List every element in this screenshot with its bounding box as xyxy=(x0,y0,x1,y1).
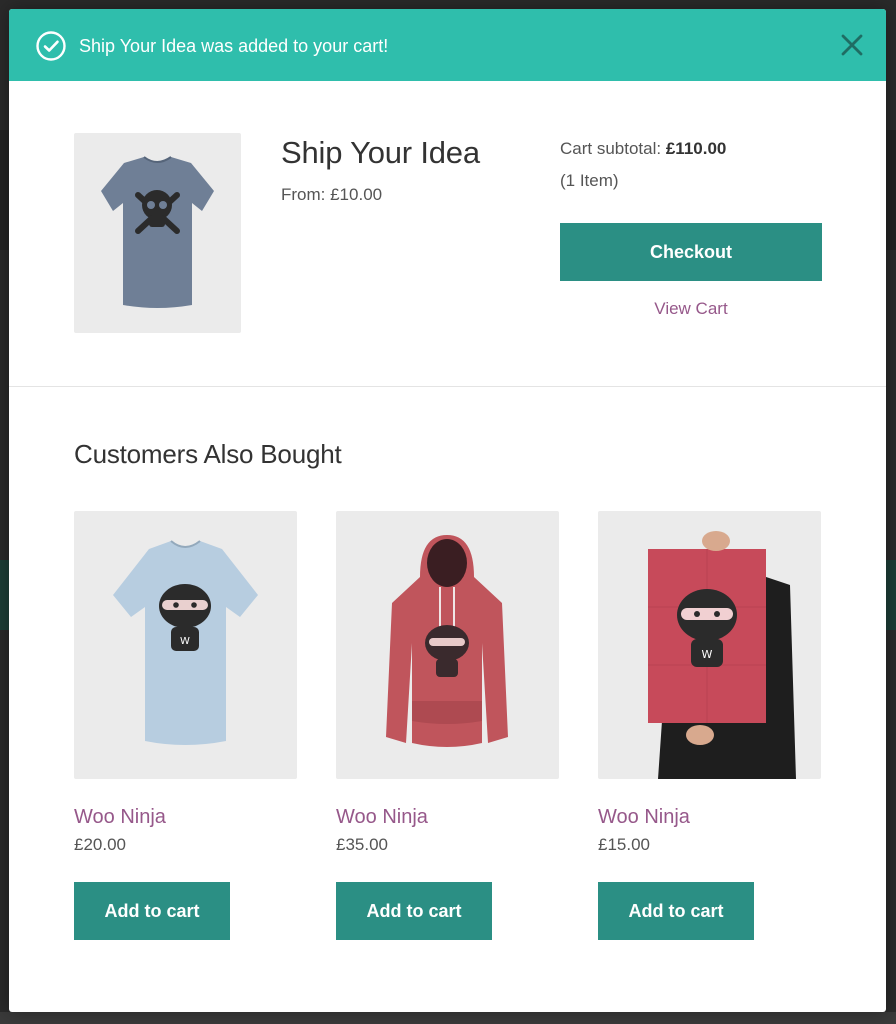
related-product-price: £20.00 xyxy=(74,835,126,854)
related-product-price: £35.00 xyxy=(336,835,388,854)
added-product-title[interactable]: Ship Your Idea xyxy=(281,133,480,173)
svg-text:W: W xyxy=(180,636,190,647)
added-product-image[interactable] xyxy=(74,133,241,333)
close-icon xyxy=(841,34,863,56)
cart-subtotal: Cart subtotal: £110.00 xyxy=(560,139,726,159)
related-products-heading: Customers Also Bought xyxy=(74,439,342,469)
related-product-name[interactable]: Woo Ninja xyxy=(74,806,297,829)
close-button[interactable] xyxy=(836,29,868,61)
related-product-name[interactable]: Woo Ninja xyxy=(336,806,559,829)
related-product-image[interactable]: W xyxy=(74,511,297,779)
view-cart-link[interactable]: View Cart xyxy=(560,299,822,319)
add-to-cart-button[interactable]: Add to cart xyxy=(598,882,754,940)
related-product-card: W Woo Ninja £20.00 Add to cart xyxy=(74,511,297,940)
cart-subtotal-label: Cart subtotal: xyxy=(560,139,662,158)
cart-item-count: (1 Item) xyxy=(560,171,619,190)
hoodie-ninja-icon xyxy=(386,535,508,747)
added-product-price: From: £10.00 xyxy=(281,185,383,204)
related-product-price: £15.00 xyxy=(598,835,650,854)
success-notice: Ship Your Idea was added to your cart! xyxy=(9,9,886,81)
related-product-image[interactable] xyxy=(336,511,559,779)
check-circle-icon xyxy=(36,31,66,61)
cart-subtotal-value: £110.00 xyxy=(665,139,727,158)
related-product-card: Woo Ninja £35.00 Add to cart xyxy=(336,511,559,940)
add-to-cart-button[interactable]: Add to cart xyxy=(74,882,230,940)
added-to-cart-popup: Ship Your Idea was added to your cart! S… xyxy=(9,9,886,1012)
background-page-band xyxy=(0,1012,896,1024)
svg-text:W: W xyxy=(702,648,713,661)
add-to-cart-button[interactable]: Add to cart xyxy=(336,882,492,940)
tshirt-ninja-icon: W xyxy=(113,540,258,745)
added-product-section: Ship Your Idea From: £10.00 Cart subtota… xyxy=(9,81,886,387)
related-product-image[interactable]: W xyxy=(598,511,821,779)
checkout-button[interactable]: Checkout xyxy=(560,223,822,281)
notice-message: Ship Your Idea was added to your cart! xyxy=(79,36,389,56)
poster-ninja-icon: W xyxy=(648,531,796,779)
related-product-card: W Woo Ninja £15.00 Add to cart xyxy=(598,511,821,940)
tshirt-skull-icon xyxy=(101,156,214,308)
related-product-name[interactable]: Woo Ninja xyxy=(598,806,821,829)
